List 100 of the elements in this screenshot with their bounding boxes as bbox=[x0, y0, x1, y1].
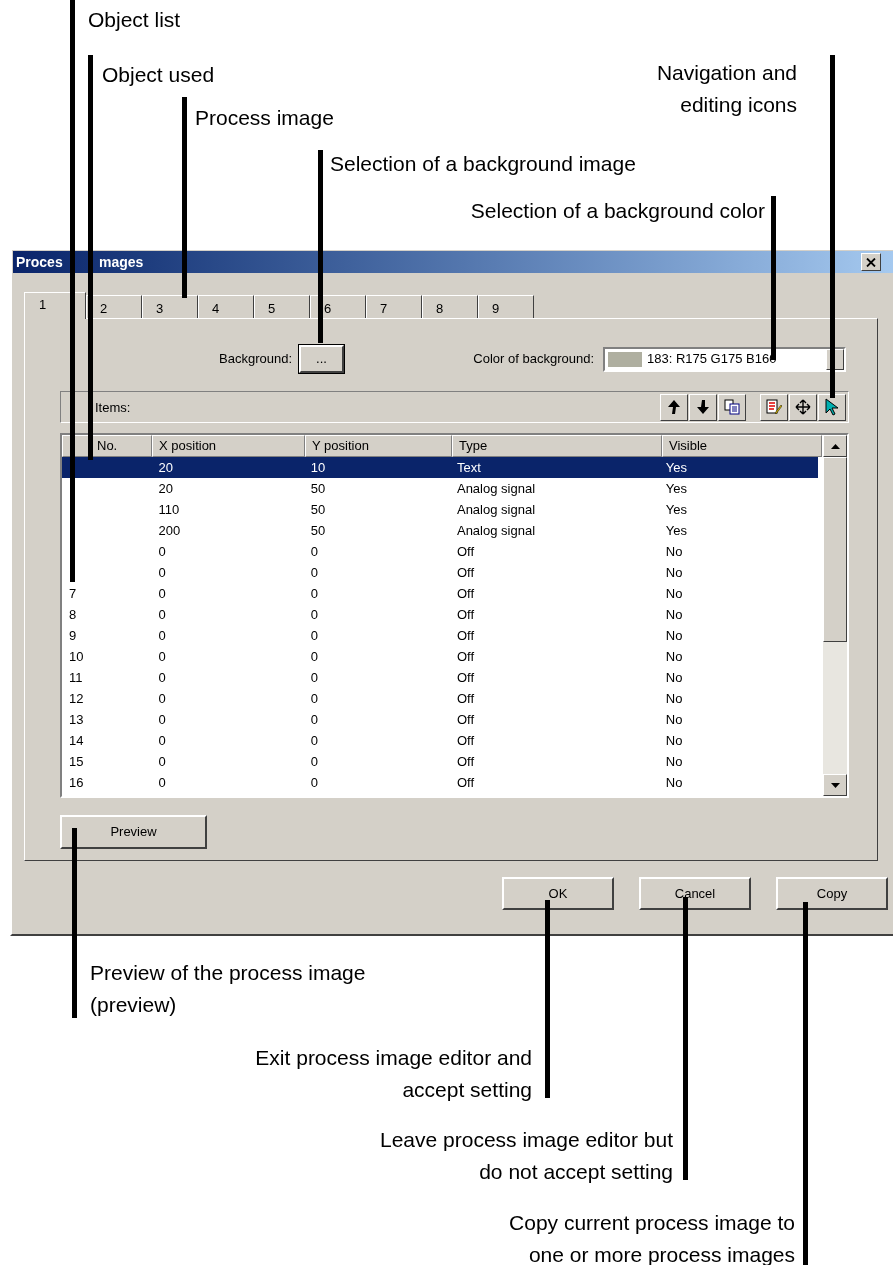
tab[interactable]: 5 bbox=[254, 295, 310, 318]
table-cell-text: Off bbox=[455, 690, 476, 708]
browse-button[interactable]: ... bbox=[299, 345, 344, 373]
table-cell-text: 10 bbox=[68, 648, 85, 666]
table-row[interactable]: 7 0 0 Off No bbox=[62, 583, 818, 604]
column-header[interactable]: Visible bbox=[662, 435, 822, 457]
table-cell-text: No bbox=[664, 543, 684, 561]
callout-label: Process image bbox=[195, 105, 334, 131]
table-cell-text: 0 bbox=[157, 564, 167, 582]
table-row[interactable]: 10 0 0 Off No bbox=[62, 646, 818, 667]
callout-label: Selection of a background image bbox=[330, 151, 636, 177]
table-cell-text: Off bbox=[455, 774, 476, 792]
table-cell-text: Off bbox=[455, 732, 476, 750]
table-row[interactable]: 110 50 Analog signal Yes bbox=[62, 499, 818, 520]
copy-icon bbox=[724, 399, 740, 415]
table-row[interactable]: 16 0 0 Off No bbox=[62, 772, 818, 793]
table-cell-text: 16 bbox=[68, 774, 85, 792]
edit-button[interactable] bbox=[760, 393, 788, 421]
table-cell-text: 0 bbox=[157, 648, 167, 666]
table-cell-text: 0 bbox=[157, 669, 167, 687]
callout-label: Preview of the process image (preview) bbox=[90, 960, 366, 1018]
callout-label: Exit process image editor and accept setting bbox=[255, 1045, 532, 1103]
table-row[interactable]: 9 0 0 Off No bbox=[62, 625, 818, 646]
table-cell-text: 10 bbox=[309, 459, 327, 477]
column-header[interactable]: Y position bbox=[305, 435, 452, 457]
table-cell-text: 50 bbox=[309, 501, 327, 519]
dialog-button[interactable]: OK bbox=[502, 877, 614, 910]
column-header[interactable]: Type bbox=[452, 435, 662, 457]
table-cell-text: 8 bbox=[68, 606, 78, 624]
table-cell-text: 0 bbox=[309, 690, 319, 708]
table-cell-text: Off bbox=[455, 753, 476, 771]
vertical-scrollbar[interactable] bbox=[823, 435, 847, 796]
table-cell-text: No bbox=[664, 753, 684, 771]
triangle-down-icon bbox=[830, 782, 840, 788]
table-cell-text: Yes bbox=[664, 501, 689, 519]
table-cell-text: 0 bbox=[157, 606, 167, 624]
tab[interactable]: 9 bbox=[478, 295, 534, 318]
color-swatch bbox=[608, 351, 642, 367]
scroll-down-button[interactable] bbox=[823, 774, 847, 796]
table-cell-text: Text bbox=[455, 459, 482, 477]
table-row[interactable]: 8 0 0 Off No bbox=[62, 604, 818, 625]
table-cell-text: No bbox=[664, 648, 684, 666]
table-cell-text: 0 bbox=[157, 711, 167, 729]
triangle-up-icon bbox=[830, 443, 840, 449]
table-cell-text: 0 bbox=[157, 543, 167, 561]
preview-button[interactable]: Preview bbox=[60, 815, 207, 849]
table-cell-text: No bbox=[664, 732, 684, 750]
table-cell-text: Yes bbox=[664, 522, 689, 540]
table-cell-text: 11 bbox=[68, 669, 84, 687]
table-row[interactable]: 200 50 Analog signal Yes bbox=[62, 520, 818, 541]
table-row[interactable]: 0 0 Off No bbox=[62, 541, 818, 562]
move-up-button[interactable] bbox=[660, 393, 688, 421]
table-cell-text: No bbox=[664, 585, 684, 603]
table-cell-text: 20 bbox=[157, 480, 174, 498]
table-row[interactable]: 12 0 0 Off No bbox=[62, 688, 818, 709]
table-cell-text: 15 bbox=[68, 753, 85, 771]
dialog-button[interactable]: Copy bbox=[776, 877, 888, 910]
pointer-button[interactable] bbox=[818, 393, 846, 421]
table-cell-text: 0 bbox=[157, 732, 167, 750]
table-cell-text: 0 bbox=[309, 648, 319, 666]
scrollbar-thumb[interactable] bbox=[823, 457, 847, 642]
callout-label: Leave process image editor but do not accept setting bbox=[380, 1127, 673, 1185]
table-cell-text: No bbox=[664, 627, 684, 645]
table-cell-text: No bbox=[664, 564, 684, 582]
scroll-up-button[interactable] bbox=[823, 435, 847, 457]
dialog-button[interactable]: Cancel bbox=[639, 877, 751, 910]
table-cell-text: 0 bbox=[309, 585, 319, 603]
table-row[interactable]: 20 10 Text Yes bbox=[62, 457, 818, 478]
copy-button[interactable] bbox=[718, 393, 746, 421]
table-cell-text: Off bbox=[455, 669, 476, 687]
table-row[interactable]: 0 0 Off No bbox=[62, 562, 818, 583]
callout-label: Navigation and editing icons bbox=[656, 60, 797, 118]
table-cell-text: 0 bbox=[309, 543, 319, 561]
table-cell-text: Analog signal bbox=[455, 480, 537, 498]
table-cell-text: Off bbox=[455, 648, 476, 666]
table-cell-text: No bbox=[664, 690, 684, 708]
callout-label: Selection of a background color bbox=[470, 198, 765, 224]
tab[interactable]: 4 bbox=[198, 295, 254, 318]
table-row[interactable]: 13 0 0 Off No bbox=[62, 709, 818, 730]
table-cell-text: 0 bbox=[309, 669, 319, 687]
table-row[interactable]: 20 50 Analog signal Yes bbox=[62, 478, 818, 499]
tab[interactable]: 1 bbox=[24, 292, 86, 319]
table-row[interactable]: 14 0 0 Off No bbox=[62, 730, 818, 751]
table-cell-text: Off bbox=[455, 711, 476, 729]
table-cell-text: 7 bbox=[68, 585, 78, 603]
tab[interactable]: 7 bbox=[366, 295, 422, 318]
tab[interactable]: 8 bbox=[422, 295, 478, 318]
table-row[interactable]: 15 0 0 Off No bbox=[62, 751, 818, 772]
window-title: mages bbox=[99, 252, 144, 272]
table-cell-text: 0 bbox=[157, 690, 167, 708]
close-button[interactable] bbox=[861, 253, 881, 271]
table-cell-text: 14 bbox=[68, 732, 85, 750]
callout-label: Object used bbox=[102, 62, 215, 88]
table-row[interactable]: 11 0 0 Off No bbox=[62, 667, 818, 688]
cursor-arrow-icon bbox=[825, 398, 839, 416]
move-down-button[interactable] bbox=[689, 393, 717, 421]
move-button[interactable] bbox=[789, 393, 817, 421]
table-cell-text: Off bbox=[455, 543, 476, 561]
arrow-down-icon bbox=[697, 400, 709, 414]
column-header[interactable]: X position bbox=[152, 435, 305, 457]
